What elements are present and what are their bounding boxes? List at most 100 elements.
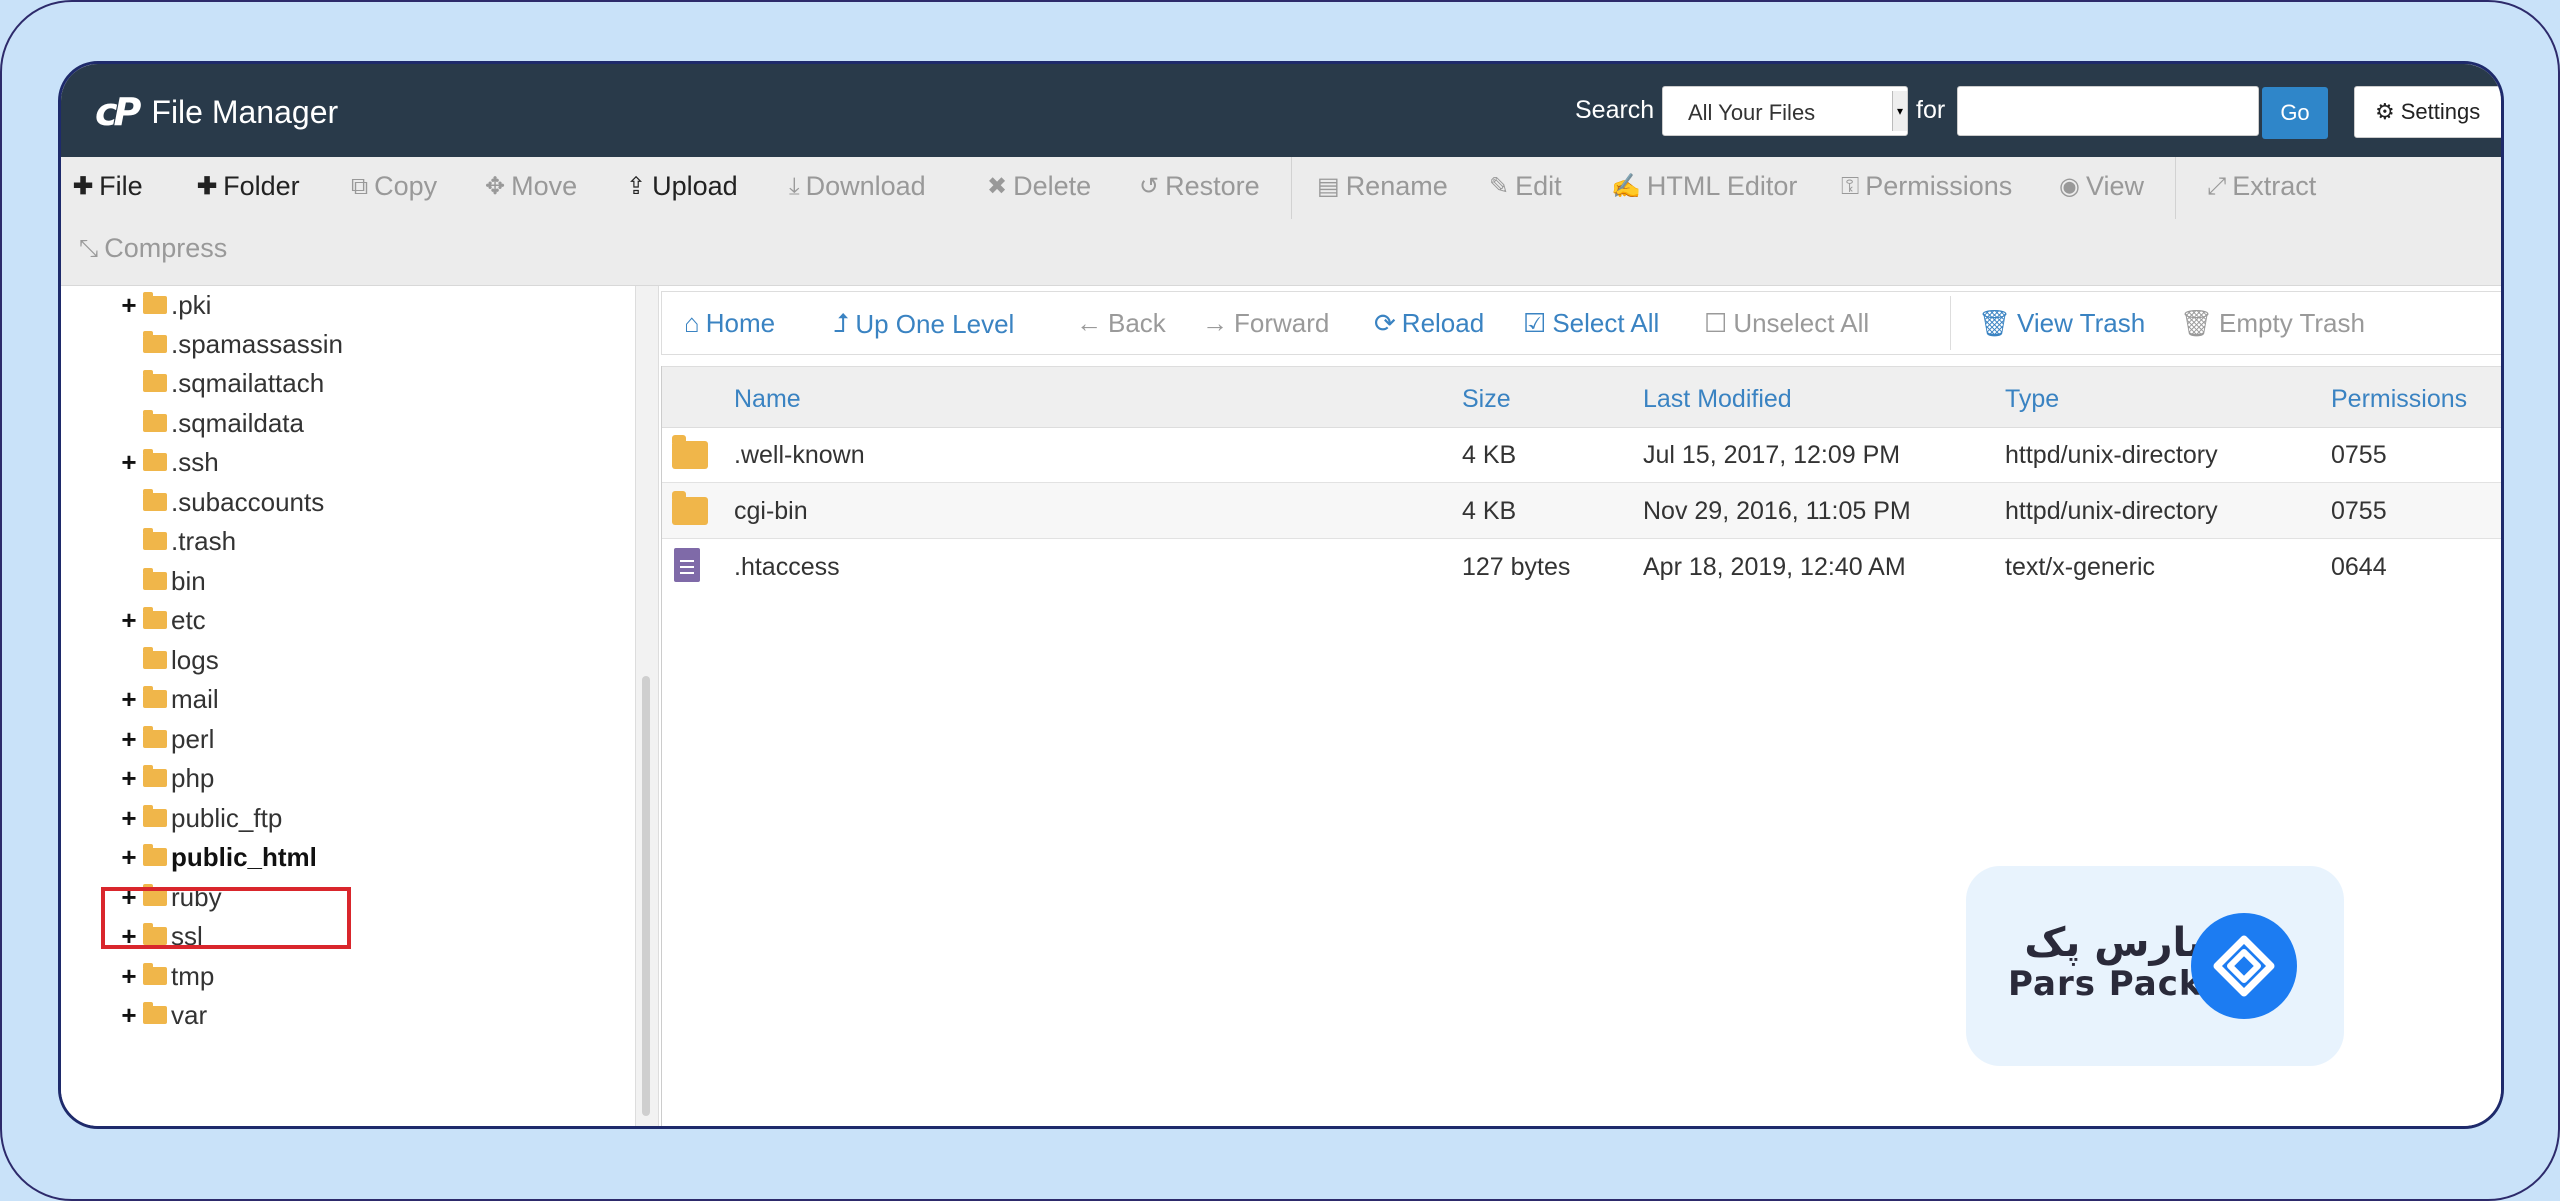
- file-permissions: 0755: [2331, 441, 2387, 469]
- trash-icon: 🗑: [1978, 308, 2012, 338]
- tree-item[interactable]: .sqmailattach: [139, 364, 324, 402]
- permissions-button[interactable]: ⚿ Permissions: [1841, 171, 2012, 202]
- expand-icon[interactable]: +: [119, 842, 139, 873]
- toolbar-divider: [2175, 157, 2176, 219]
- column-header-name[interactable]: Name: [734, 385, 801, 414]
- restore-icon: ↺: [1139, 173, 1160, 200]
- search-input[interactable]: [1957, 86, 2259, 136]
- expand-icon[interactable]: +: [119, 803, 139, 834]
- move-button[interactable]: ✥ Move: [485, 171, 577, 202]
- expand-icon[interactable]: +: [119, 763, 139, 794]
- forward-button[interactable]: → Forward: [1202, 308, 1329, 339]
- tree-item[interactable]: .spamassassin: [139, 325, 343, 363]
- tree-item[interactable]: + php: [119, 759, 214, 797]
- top-bar: cP File Manager Search All Your Files ▾ …: [61, 64, 2501, 157]
- file-type: httpd/unix-directory: [2005, 497, 2218, 525]
- expand-icon[interactable]: +: [119, 1000, 139, 1031]
- expand-icon[interactable]: +: [119, 447, 139, 478]
- column-header-size[interactable]: Size: [1462, 385, 1511, 414]
- view-trash-button[interactable]: 🗑 View Trash: [1978, 308, 2145, 339]
- new-folder-button[interactable]: ✚ Folder: [197, 171, 300, 202]
- tree-item[interactable]: bin: [139, 562, 206, 600]
- restore-button[interactable]: ↺ Restore: [1139, 171, 1260, 202]
- folder-icon: [672, 491, 708, 525]
- pars-pack-persian-text: پارس پک: [2024, 920, 2203, 966]
- pars-pack-english-text: Pars Pack: [2008, 964, 2203, 1004]
- tree-item[interactable]: logs: [139, 641, 219, 679]
- column-header-permissions[interactable]: Permissions: [2331, 385, 2467, 414]
- folder-icon: [143, 528, 167, 550]
- expand-icon[interactable]: +: [119, 684, 139, 715]
- file-list-header: Name Size Last Modified Type Permissions: [662, 366, 2501, 428]
- expand-icon[interactable]: +: [119, 724, 139, 755]
- rename-button[interactable]: ▤ Rename: [1317, 171, 1448, 202]
- move-icon: ✥: [485, 173, 506, 200]
- back-button[interactable]: ← Back: [1076, 308, 1166, 339]
- tree-item[interactable]: + public_ftp: [119, 799, 282, 837]
- file-modified: Nov 29, 2016, 11:05 PM: [1643, 497, 1911, 525]
- folder-icon: [143, 963, 167, 985]
- expand-icon[interactable]: +: [119, 290, 139, 321]
- tree-item-public-html[interactable]: + public_html: [119, 838, 317, 876]
- extract-button[interactable]: ⤢ Extract: [2207, 171, 2316, 202]
- expand-icon[interactable]: +: [119, 961, 139, 992]
- expand-icon[interactable]: +: [119, 605, 139, 636]
- delete-button[interactable]: ✖ Delete: [987, 171, 1091, 202]
- navigation-bar: ⌂ Home ⮥ Up One Level ← Back → Forward ⟳ Relo…: [661, 291, 2501, 355]
- arrow-right-icon: →: [1202, 308, 1228, 338]
- select-all-button[interactable]: ☑ Select All: [1523, 308, 1659, 339]
- up-one-level-button[interactable]: ⮥ Up One Level: [834, 308, 1014, 340]
- file-modified: Jul 15, 2017, 12:09 PM: [1643, 441, 1901, 469]
- unselect-all-button[interactable]: ☐ Unselect All: [1704, 308, 1869, 339]
- view-button[interactable]: ◉ View: [2059, 171, 2144, 202]
- table-row[interactable]: .well-known 4 KB Jul 15, 2017, 12:09 PM …: [662, 427, 2501, 483]
- pars-pack-watermark: پارس پک Pars Pack: [1966, 866, 2344, 1066]
- column-header-type[interactable]: Type: [2005, 385, 2059, 414]
- dropdown-arrow-icon: ▾: [1892, 91, 1907, 131]
- trash-icon: 🗑: [2180, 308, 2214, 338]
- table-row[interactable]: cgi-bin 4 KB Nov 29, 2016, 11:05 PM http…: [662, 483, 2501, 539]
- eye-icon: ◉: [2059, 173, 2080, 200]
- tree-item[interactable]: + perl: [119, 720, 214, 758]
- copy-button[interactable]: ⧉ Copy: [351, 171, 437, 202]
- arrow-left-icon: ←: [1076, 308, 1102, 338]
- search-scope-select[interactable]: All Your Files ▾: [1662, 86, 1908, 136]
- directory-tree: + .pki .spamassassin .sqmailattach .sqmai…: [61, 286, 635, 1126]
- tree-item[interactable]: .subaccounts: [139, 483, 324, 521]
- file-type: text/x-generic: [2005, 553, 2156, 581]
- new-file-button[interactable]: ✚ File: [73, 171, 143, 202]
- tree-item[interactable]: + .ssh: [119, 443, 218, 481]
- folder-icon: [143, 489, 167, 511]
- table-row[interactable]: .htaccess 127 bytes Apr 18, 2019, 12:40 …: [662, 539, 2501, 594]
- file-name: .well-known: [734, 441, 865, 469]
- app-logo[interactable]: cP File Manager: [95, 90, 338, 134]
- folder-icon: [143, 568, 167, 590]
- settings-button[interactable]: ⚙ Settings: [2354, 86, 2501, 138]
- search-label: Search: [1575, 96, 1655, 124]
- download-button[interactable]: ⤓ Download: [789, 171, 926, 202]
- folder-icon: [143, 765, 167, 787]
- tree-item[interactable]: .trash: [139, 522, 236, 560]
- edit-button[interactable]: ✎ Edit: [1489, 171, 1562, 202]
- tree-item[interactable]: + mail: [119, 680, 218, 718]
- tree-item[interactable]: + var: [119, 996, 207, 1034]
- reload-button[interactable]: ⟳ Reload: [1374, 308, 1484, 339]
- nav-divider: [1950, 296, 1951, 350]
- tree-item[interactable]: + etc: [119, 601, 205, 639]
- html-editor-button[interactable]: ✍ HTML Editor: [1611, 171, 1797, 202]
- tree-item[interactable]: + .pki: [119, 286, 211, 324]
- folder-icon: [143, 292, 167, 314]
- tree-item[interactable]: .sqmaildata: [139, 404, 304, 442]
- panel-splitter[interactable]: [635, 286, 659, 1126]
- checkbox-checked-icon: ☑: [1523, 308, 1547, 338]
- folder-icon: [143, 726, 167, 748]
- column-header-last-modified[interactable]: Last Modified: [1643, 385, 1792, 414]
- upload-button[interactable]: ⇪ Upload: [626, 171, 738, 202]
- tree-scrollbar-thumb[interactable]: [642, 676, 650, 1116]
- tree-item[interactable]: + tmp: [119, 957, 214, 995]
- file-name: .htaccess: [734, 553, 840, 581]
- go-button[interactable]: Go: [2262, 87, 2328, 139]
- empty-trash-button[interactable]: 🗑 Empty Trash: [2180, 308, 2365, 339]
- compress-button[interactable]: ⤡ Compress: [79, 233, 227, 264]
- home-button[interactable]: ⌂ Home: [684, 308, 775, 339]
